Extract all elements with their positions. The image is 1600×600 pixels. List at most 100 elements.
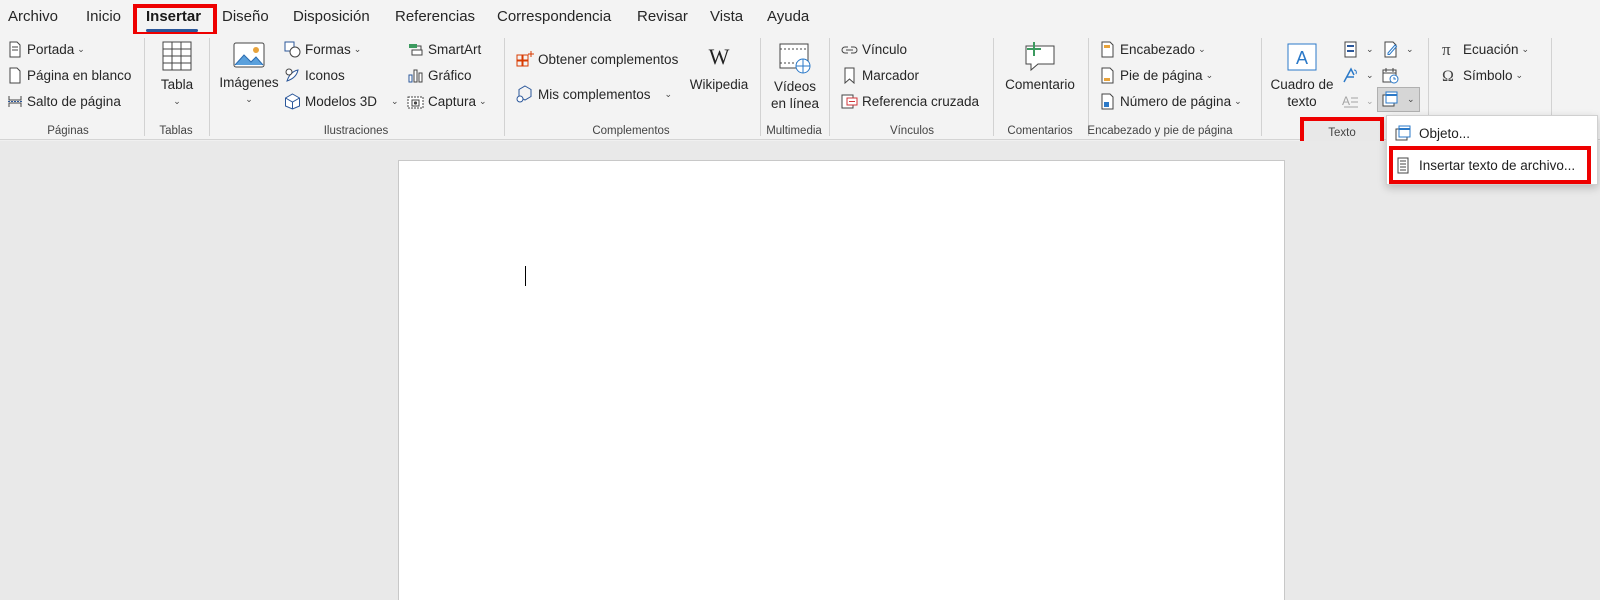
wordart-button[interactable]: ⌄ bbox=[1342, 64, 1374, 86]
wikipedia-button[interactable]: W Wikipedia bbox=[688, 44, 750, 93]
tab-diseno[interactable]: Diseño bbox=[222, 8, 269, 25]
formas-label: Formas bbox=[305, 41, 351, 57]
chevron-down-icon: ⌄ bbox=[1521, 43, 1530, 54]
grafico-button[interactable]: Gráfico bbox=[407, 64, 472, 86]
modelos-3d-button[interactable]: Modelos 3D ⌄ bbox=[284, 90, 399, 112]
chevron-down-icon: ⌄ bbox=[1366, 95, 1374, 106]
svg-text:W: W bbox=[709, 44, 730, 69]
modelos-3d-label: Modelos 3D bbox=[305, 93, 378, 109]
link-icon bbox=[841, 46, 858, 53]
page-number-icon bbox=[1101, 93, 1114, 109]
pie-de-pagina-button[interactable]: Pie de página ⌄ bbox=[1099, 64, 1213, 86]
date-time-button[interactable] bbox=[1382, 64, 1403, 86]
cover-page-icon bbox=[9, 41, 21, 57]
chevron-down-icon: ⌄ bbox=[1205, 69, 1214, 80]
ecuacion-button[interactable]: π Ecuación ⌄ bbox=[1442, 38, 1529, 60]
comentario-button[interactable]: Comentario bbox=[1002, 40, 1078, 93]
mis-complementos-button[interactable]: Mis complementos ⌄ bbox=[516, 83, 672, 105]
smartart-button[interactable]: SmartArt bbox=[407, 38, 481, 60]
videos-label-line2: en línea bbox=[770, 96, 820, 111]
tab-revisar[interactable]: Revisar bbox=[637, 8, 688, 25]
header-icon bbox=[1101, 41, 1114, 57]
chevron-down-icon: ⌄ bbox=[391, 95, 399, 106]
insertar-tab-highlight bbox=[133, 4, 217, 36]
quick-parts-button[interactable]: ⌄ bbox=[1342, 38, 1374, 60]
chevron-down-icon: ⌄ bbox=[1234, 95, 1242, 106]
referencia-cruzada-button[interactable]: Referencia cruzada bbox=[841, 90, 979, 112]
group-separator bbox=[760, 38, 761, 136]
chevron-down-icon: ⌄ bbox=[1406, 43, 1414, 54]
ribbon-tab-bar: Archivo Inicio Insertar Diseño Disposici… bbox=[0, 0, 1600, 34]
svg-text:π: π bbox=[1442, 41, 1451, 58]
cube-3d-icon bbox=[285, 92, 300, 110]
menu-item-objeto[interactable]: Objeto... bbox=[1387, 118, 1597, 148]
marcador-button[interactable]: Marcador bbox=[841, 64, 919, 86]
footer-icon bbox=[1101, 67, 1114, 83]
formas-button[interactable]: Formas ⌄ bbox=[284, 38, 361, 60]
pagina-en-blanco-button[interactable]: Página en blanco bbox=[7, 64, 131, 86]
text-box-icon: A bbox=[1287, 43, 1317, 71]
imagenes-label: Imágenes bbox=[219, 75, 279, 90]
group-label-texto-text: Texto bbox=[1328, 127, 1356, 139]
group-separator bbox=[504, 38, 505, 136]
cuadro-de-texto-button[interactable]: A Cuadro de texto bbox=[1268, 42, 1336, 110]
svg-text:A: A bbox=[1342, 94, 1350, 108]
tab-inicio[interactable]: Inicio bbox=[86, 8, 121, 25]
svg-text:Ω: Ω bbox=[1442, 68, 1454, 84]
tab-correspondencia[interactable]: Correspondencia bbox=[497, 8, 611, 25]
obtener-complementos-label: Obtener complementos bbox=[538, 51, 679, 67]
bookmark-icon bbox=[844, 67, 855, 84]
wordart-icon bbox=[1343, 66, 1357, 82]
page-break-icon bbox=[8, 95, 22, 107]
drop-cap-icon: A bbox=[1342, 94, 1358, 108]
object-button-active[interactable]: ⌄ bbox=[1377, 87, 1420, 112]
object-icon bbox=[1395, 125, 1411, 140]
grafico-label: Gráfico bbox=[428, 67, 472, 83]
tab-ayuda[interactable]: Ayuda bbox=[767, 8, 809, 25]
cross-reference-icon bbox=[841, 94, 858, 108]
tab-vista[interactable]: Vista bbox=[710, 8, 743, 25]
group-label-comentarios: Comentarios bbox=[1007, 125, 1073, 137]
add-ins-store-icon bbox=[516, 51, 534, 67]
group-separator bbox=[144, 38, 145, 136]
icons-icon bbox=[285, 68, 299, 82]
group-separator bbox=[1088, 38, 1089, 136]
ecuacion-label: Ecuación bbox=[1463, 41, 1519, 57]
chevron-down-icon: ⌄ bbox=[664, 88, 673, 99]
document-page[interactable] bbox=[398, 160, 1285, 600]
obtener-complementos-button[interactable]: Obtener complementos bbox=[516, 48, 678, 70]
group-separator bbox=[829, 38, 830, 136]
table-icon bbox=[162, 41, 192, 71]
signature-line-button[interactable]: ⌄ bbox=[1382, 38, 1414, 60]
tabla-button[interactable]: Tabla ⌄ bbox=[159, 40, 195, 110]
new-comment-icon bbox=[1025, 42, 1055, 72]
chevron-down-icon: ⌄ bbox=[173, 96, 181, 106]
captura-label: Captura bbox=[428, 93, 477, 109]
blank-page-icon bbox=[9, 67, 21, 83]
svg-text:A: A bbox=[1296, 48, 1308, 68]
vinculo-button[interactable]: Vínculo bbox=[841, 38, 907, 60]
encabezado-label: Encabezado bbox=[1120, 41, 1196, 57]
signature-line-icon bbox=[1384, 41, 1398, 57]
captura-button[interactable]: Captura ⌄ bbox=[407, 90, 487, 112]
simbolo-button[interactable]: Ω Símbolo ⌄ bbox=[1442, 64, 1523, 86]
numero-de-pagina-button[interactable]: Número de página ⌄ bbox=[1099, 90, 1242, 112]
tab-disposicion[interactable]: Disposición bbox=[293, 8, 370, 25]
group-label-encabezado: Encabezado y pie de página bbox=[1087, 125, 1233, 137]
tab-referencias[interactable]: Referencias bbox=[395, 8, 475, 25]
quick-parts-icon bbox=[1344, 41, 1357, 57]
iconos-button[interactable]: Iconos bbox=[284, 64, 345, 86]
comentario-label: Comentario bbox=[1005, 77, 1075, 92]
salto-de-pagina-button[interactable]: Salto de página bbox=[7, 90, 121, 112]
chevron-down-icon: ⌄ bbox=[1407, 94, 1415, 104]
tab-archivo[interactable]: Archivo bbox=[8, 8, 58, 25]
smartart-icon bbox=[409, 43, 423, 55]
videos-en-linea-button[interactable]: Vídeos en línea bbox=[768, 42, 822, 112]
cuadro-label-line1: Cuadro de bbox=[1270, 77, 1334, 92]
encabezado-button[interactable]: Encabezado ⌄ bbox=[1099, 38, 1206, 60]
imagenes-button[interactable]: Imágenes ⌄ bbox=[219, 40, 279, 108]
wikipedia-label: Wikipedia bbox=[689, 77, 749, 92]
drop-cap-button[interactable]: A ⌄ bbox=[1342, 90, 1374, 112]
date-time-icon bbox=[1382, 67, 1399, 83]
portada-button[interactable]: Portada ⌄ bbox=[7, 38, 85, 60]
